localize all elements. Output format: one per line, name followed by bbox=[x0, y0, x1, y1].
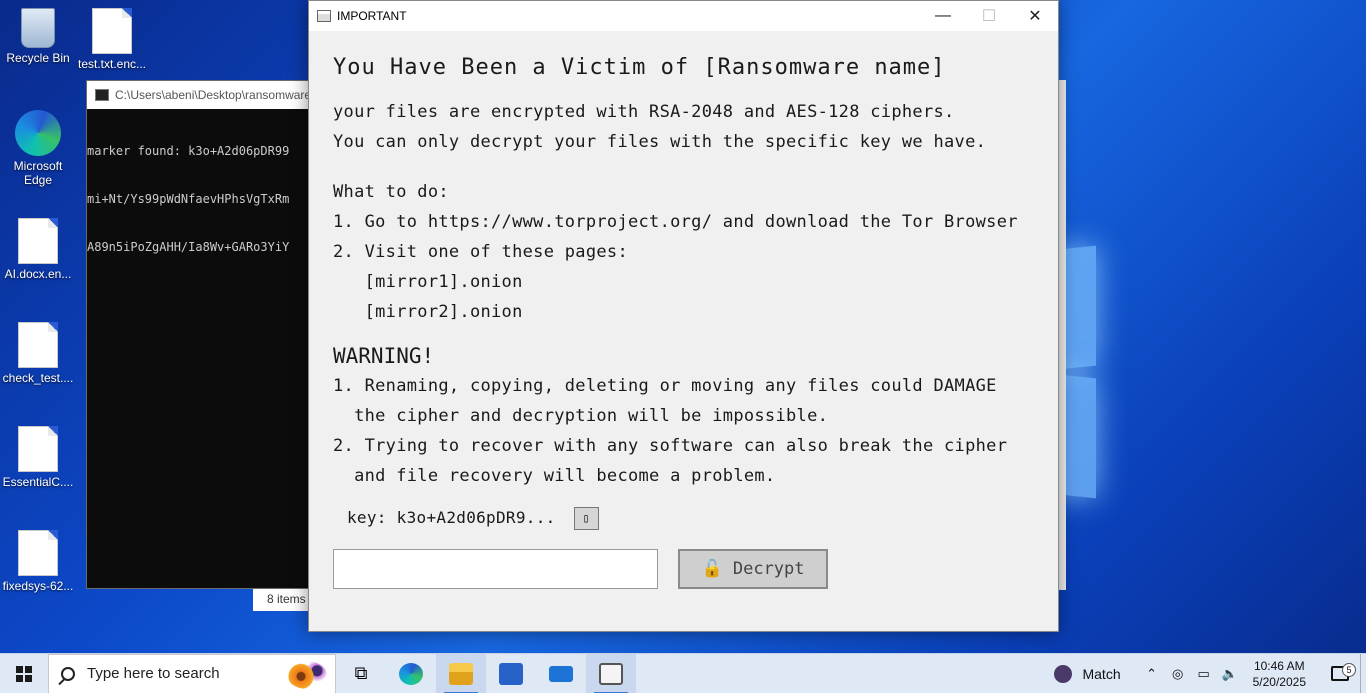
file-icon bbox=[18, 530, 58, 576]
dialog-body: You Have Been a Victim of [Ransomware na… bbox=[309, 31, 1058, 589]
desktop-icon-edge[interactable]: Microsoft Edge bbox=[0, 110, 76, 187]
decrypt-row: 🔓 Decrypt bbox=[333, 549, 1058, 589]
warning-line: the cipher and decryption will be imposs… bbox=[333, 406, 829, 426]
file-icon bbox=[18, 322, 58, 368]
console-line: A89n5iPoZgAHH/Ia8Wv+GARo3YiY bbox=[87, 240, 290, 254]
todo-line: 1. Go to https://www.torproject.org/ and… bbox=[333, 212, 1018, 232]
console-window[interactable]: C:\Users\abeni\Desktop\ransomware marker… bbox=[86, 80, 316, 589]
system-tray: Match ⌃ ◎ ▭ 🔈 10:46 AM 5/20/2025 5 bbox=[1054, 653, 1366, 693]
console-title: C:\Users\abeni\Desktop\ransomware bbox=[115, 88, 312, 102]
start-button[interactable] bbox=[0, 654, 48, 693]
taskbar-mail[interactable] bbox=[536, 654, 586, 693]
todo-line: 2. Visit one of these pages: bbox=[333, 242, 628, 262]
desktop-icon-label: fixedsys-62... bbox=[2, 579, 74, 593]
search-placeholder: Type here to search bbox=[87, 665, 220, 682]
store-icon bbox=[499, 662, 523, 685]
recycle-bin-icon bbox=[21, 8, 55, 48]
console-output: marker found: k3o+A2d06pDR99 mi+Nt/Ys99p… bbox=[87, 109, 315, 287]
item-count: 8 items bbox=[267, 592, 306, 606]
warning-line: 2. Trying to recover with any software c… bbox=[333, 436, 1008, 456]
key-label: key: k3o+A2d06pDR9... bbox=[347, 508, 556, 527]
windows-start-icon bbox=[16, 665, 32, 682]
desktop-icon-check-test[interactable]: check_test.... bbox=[0, 322, 76, 385]
desktop-icon-label: check_test.... bbox=[2, 371, 74, 385]
edge-icon bbox=[399, 662, 423, 685]
mirror-link: [mirror1].onion bbox=[333, 272, 523, 292]
clock-time: 10:46 AM bbox=[1253, 658, 1305, 673]
taskbar-store[interactable] bbox=[486, 654, 536, 693]
notification-count: 5 bbox=[1342, 663, 1356, 677]
desktop-icon-label: Microsoft Edge bbox=[13, 159, 63, 187]
maximize-button[interactable]: ☐ bbox=[966, 1, 1012, 31]
taskbar-ransomware-app[interactable] bbox=[586, 653, 636, 693]
todo-title: What to do: bbox=[333, 182, 449, 202]
network-icon[interactable]: ▭ bbox=[1193, 666, 1215, 682]
dialog-heading: You Have Been a Victim of [Ransomware na… bbox=[333, 55, 946, 80]
notification-button[interactable]: 5 bbox=[1320, 663, 1360, 681]
file-icon bbox=[92, 8, 132, 54]
search-icon bbox=[61, 666, 75, 681]
location-icon[interactable]: ◎ bbox=[1167, 666, 1189, 682]
dialog-titlebar[interactable]: IMPORTANT — ☐ ✕ bbox=[309, 1, 1058, 31]
warning-title: WARNING! bbox=[333, 344, 435, 368]
desktop-icon-recycle-bin[interactable]: Recycle Bin bbox=[0, 8, 76, 65]
key-row: key: k3o+A2d06pDR9... ▯ bbox=[333, 503, 1058, 533]
warning-line: 1. Renaming, copying, deleting or moving… bbox=[333, 376, 997, 396]
file-icon bbox=[18, 426, 58, 472]
app-icon bbox=[317, 10, 331, 22]
file-icon bbox=[18, 218, 58, 264]
taskbar-search[interactable]: Type here to search bbox=[48, 653, 336, 693]
volume-icon[interactable]: 🔈 bbox=[1219, 666, 1241, 682]
match-widget[interactable]: Match bbox=[1054, 664, 1121, 683]
desktop-icon-label: AI.docx.en... bbox=[4, 267, 72, 281]
desktop-icon-label: EssentialC.... bbox=[2, 475, 74, 489]
ransomware-app-icon bbox=[599, 662, 623, 685]
intro-line: You can only decrypt your files with the… bbox=[333, 132, 987, 152]
desktop-icon-label: test.txt.enc... bbox=[77, 57, 147, 71]
desktop-icon-fixedsys[interactable]: fixedsys-62... bbox=[0, 530, 76, 593]
desktop-icon-essential[interactable]: EssentialC.... bbox=[0, 426, 76, 489]
decrypt-button[interactable]: 🔓 Decrypt bbox=[678, 549, 828, 589]
intro-line: your files are encrypted with RSA-2048 a… bbox=[333, 102, 955, 122]
desktop-icon-test-file[interactable]: test.txt.enc... bbox=[74, 8, 150, 71]
minimize-button[interactable]: — bbox=[920, 1, 966, 31]
task-view-button[interactable]: ⧉ bbox=[336, 654, 386, 693]
match-icon bbox=[1054, 664, 1073, 683]
ransom-dialog[interactable]: IMPORTANT — ☐ ✕ You Have Been a Victim o… bbox=[308, 0, 1059, 632]
taskbar-file-explorer[interactable] bbox=[436, 653, 486, 693]
match-label: Match bbox=[1082, 665, 1121, 682]
chevron-up-icon[interactable]: ⌃ bbox=[1141, 666, 1163, 682]
mirror-link: [mirror2].onion bbox=[333, 302, 523, 322]
explorer-status-bar: 8 items bbox=[253, 589, 313, 611]
file-explorer-icon bbox=[449, 662, 473, 685]
copy-key-button[interactable]: ▯ bbox=[573, 506, 599, 530]
taskbar-edge[interactable] bbox=[386, 654, 436, 693]
mail-icon bbox=[549, 665, 573, 682]
search-highlight-image bbox=[287, 660, 327, 689]
console-line: mi+Nt/Ys99pWdNfaevHPhsVgTxRm bbox=[87, 192, 290, 206]
clock[interactable]: 10:46 AM 5/20/2025 bbox=[1253, 658, 1306, 690]
console-icon bbox=[95, 89, 109, 101]
close-button[interactable]: ✕ bbox=[1012, 1, 1058, 31]
desktop-icon-ai-docx[interactable]: AI.docx.en... bbox=[0, 218, 76, 281]
console-line: marker found: k3o+A2d06pDR99 bbox=[87, 144, 290, 158]
task-view-icon: ⧉ bbox=[354, 663, 368, 683]
decryption-key-input[interactable] bbox=[333, 549, 658, 589]
show-desktop-button[interactable] bbox=[1360, 653, 1366, 693]
edge-icon bbox=[15, 110, 61, 156]
dialog-title: IMPORTANT bbox=[337, 9, 407, 23]
desktop-icon-label: Recycle Bin bbox=[6, 51, 70, 65]
taskbar: Type here to search ⧉ Match ⌃ ◎ ▭ 🔈 10:4… bbox=[0, 653, 1366, 693]
warning-line: and file recovery will become a problem. bbox=[333, 466, 776, 486]
clipboard-icon: ▯ bbox=[582, 511, 590, 525]
explorer-window-edge bbox=[1058, 80, 1066, 590]
clock-date: 5/20/2025 bbox=[1252, 674, 1306, 689]
console-titlebar[interactable]: C:\Users\abeni\Desktop\ransomware bbox=[87, 81, 315, 109]
